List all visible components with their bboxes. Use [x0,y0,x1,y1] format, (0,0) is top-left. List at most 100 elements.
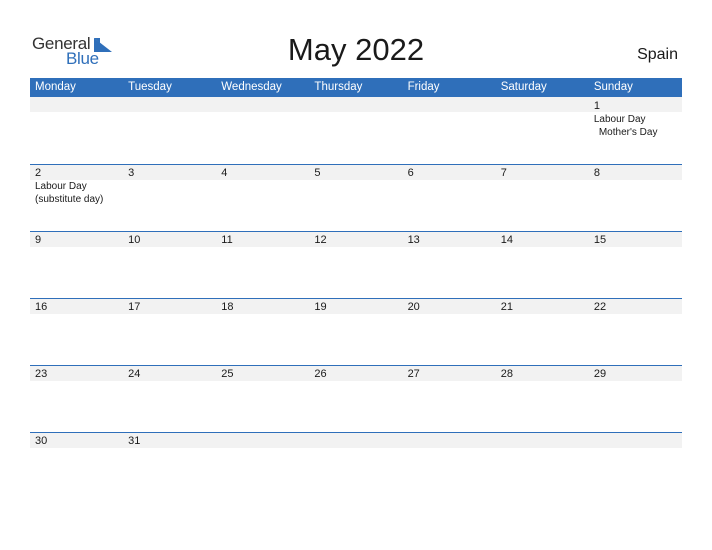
day-number: 30 [35,435,48,447]
day-number: 13 [407,234,420,246]
day-number: 22 [593,301,607,313]
week-cells: 16 17 18 19 20 21 22 [30,298,682,365]
day-number: 19 [314,301,327,313]
day-cell: 27 [403,365,496,432]
day-number [314,435,402,448]
weeks-container: 1 Labour Day Mother's Day 2 Labour Day (subst… [30,97,682,499]
day-number: 15 [593,234,607,246]
day-number: 21 [500,301,513,313]
weekday-wednesday: Wednesday [221,81,282,93]
day-cell: 10 [123,231,216,298]
day-cell [403,432,496,499]
day-number: 25 [221,368,234,380]
day-cell [496,432,589,499]
day-cell: 31 [123,432,216,499]
day-number: 16 [35,301,48,313]
holiday-label: Labour Day [593,114,646,125]
week-row: 2 Labour Day (substitute day) 3 4 5 6 7 8 [30,164,682,231]
day-cell: 20 [403,298,496,365]
day-number [594,435,682,448]
day-number: 24 [128,368,141,380]
weekday-tuesday: Tuesday [128,81,172,93]
day-number [221,100,309,113]
day-number: 1 [593,100,600,112]
day-cell: 11 [216,231,309,298]
day-number: 20 [407,301,420,313]
day-cell: 1 Labour Day Mother's Day [589,97,682,164]
day-cell: 4 [216,164,309,231]
holiday-label: Labour Day [35,181,87,192]
calendar-title: May 2022 [287,32,425,67]
weekday-saturday: Saturday [500,81,547,93]
day-number: 23 [35,368,48,380]
day-cell: 18 [216,298,309,365]
day-cell: 13 [403,231,496,298]
day-number: 9 [35,234,42,246]
day-number [501,100,589,113]
day-cell: 9 [30,231,123,298]
day-cell: 25 [216,365,309,432]
day-cell [309,432,402,499]
day-number: 27 [407,368,420,380]
day-cell: 17 [123,298,216,365]
day-cell: 2 Labour Day (substitute day) [30,164,123,231]
day-number: 28 [500,368,513,380]
day-cell [496,97,589,164]
day-number [221,435,309,448]
day-number: 29 [593,368,607,380]
day-number [314,100,402,113]
day-number [128,100,216,113]
day-number: 14 [500,234,513,246]
week-row: 30 31 [30,432,682,499]
holiday-label: Mother's Day [598,127,658,138]
day-cell: 16 [30,298,123,365]
day-number: 10 [128,234,141,246]
week-cells: 30 31 [30,432,682,499]
day-cell: 28 [496,365,589,432]
day-cell [589,432,682,499]
day-number: 31 [128,435,141,447]
day-cell: 3 [123,164,216,231]
week-cells: 23 24 25 26 27 28 29 [30,365,682,432]
week-row: 16 17 18 19 20 21 22 [30,298,682,365]
weekday-thursday: Thursday [314,81,363,93]
week-row: 9 10 11 12 13 14 15 [30,231,682,298]
weekday-sunday: Sunday [593,81,633,93]
day-number: 2 [35,167,42,179]
day-cell: 5 [309,164,402,231]
day-cell: 23 [30,365,123,432]
day-cell: 21 [496,298,589,365]
day-number: 6 [407,167,414,179]
day-number [35,100,123,113]
weekday-friday: Friday [407,81,440,93]
day-cell: 12 [309,231,402,298]
day-cell [30,97,123,164]
day-number [408,435,496,448]
week-row: 23 24 25 26 27 28 29 [30,365,682,432]
day-cell: 8 [589,164,682,231]
day-number: 4 [221,167,228,179]
weekday-header: Monday Tuesday Wednesday Thursday Friday… [30,78,682,97]
day-cell: 30 [30,432,123,499]
day-number: 12 [314,234,327,246]
holiday-label: (substitute day) [35,194,104,205]
day-number: 5 [314,167,321,179]
day-cell: 14 [496,231,589,298]
weekday-monday: Monday [35,81,76,93]
week-row: 1 Labour Day Mother's Day [30,97,682,164]
day-cell [216,432,309,499]
day-cell: 24 [123,365,216,432]
day-number: 17 [128,301,141,313]
day-cell [309,97,402,164]
calendar-grid: Monday Tuesday Wednesday Thursday Friday… [30,78,682,499]
day-number [501,435,589,448]
day-number: 26 [314,368,327,380]
day-cell: 29 [589,365,682,432]
day-number: 8 [593,167,600,179]
day-cell: 19 [309,298,402,365]
country-label: Spain [637,46,678,63]
day-number: 3 [128,167,135,179]
day-number: 18 [221,301,234,313]
week-cells: 2 Labour Day (substitute day) 3 4 5 6 7 8 [30,164,682,231]
day-cell: 7 [496,164,589,231]
